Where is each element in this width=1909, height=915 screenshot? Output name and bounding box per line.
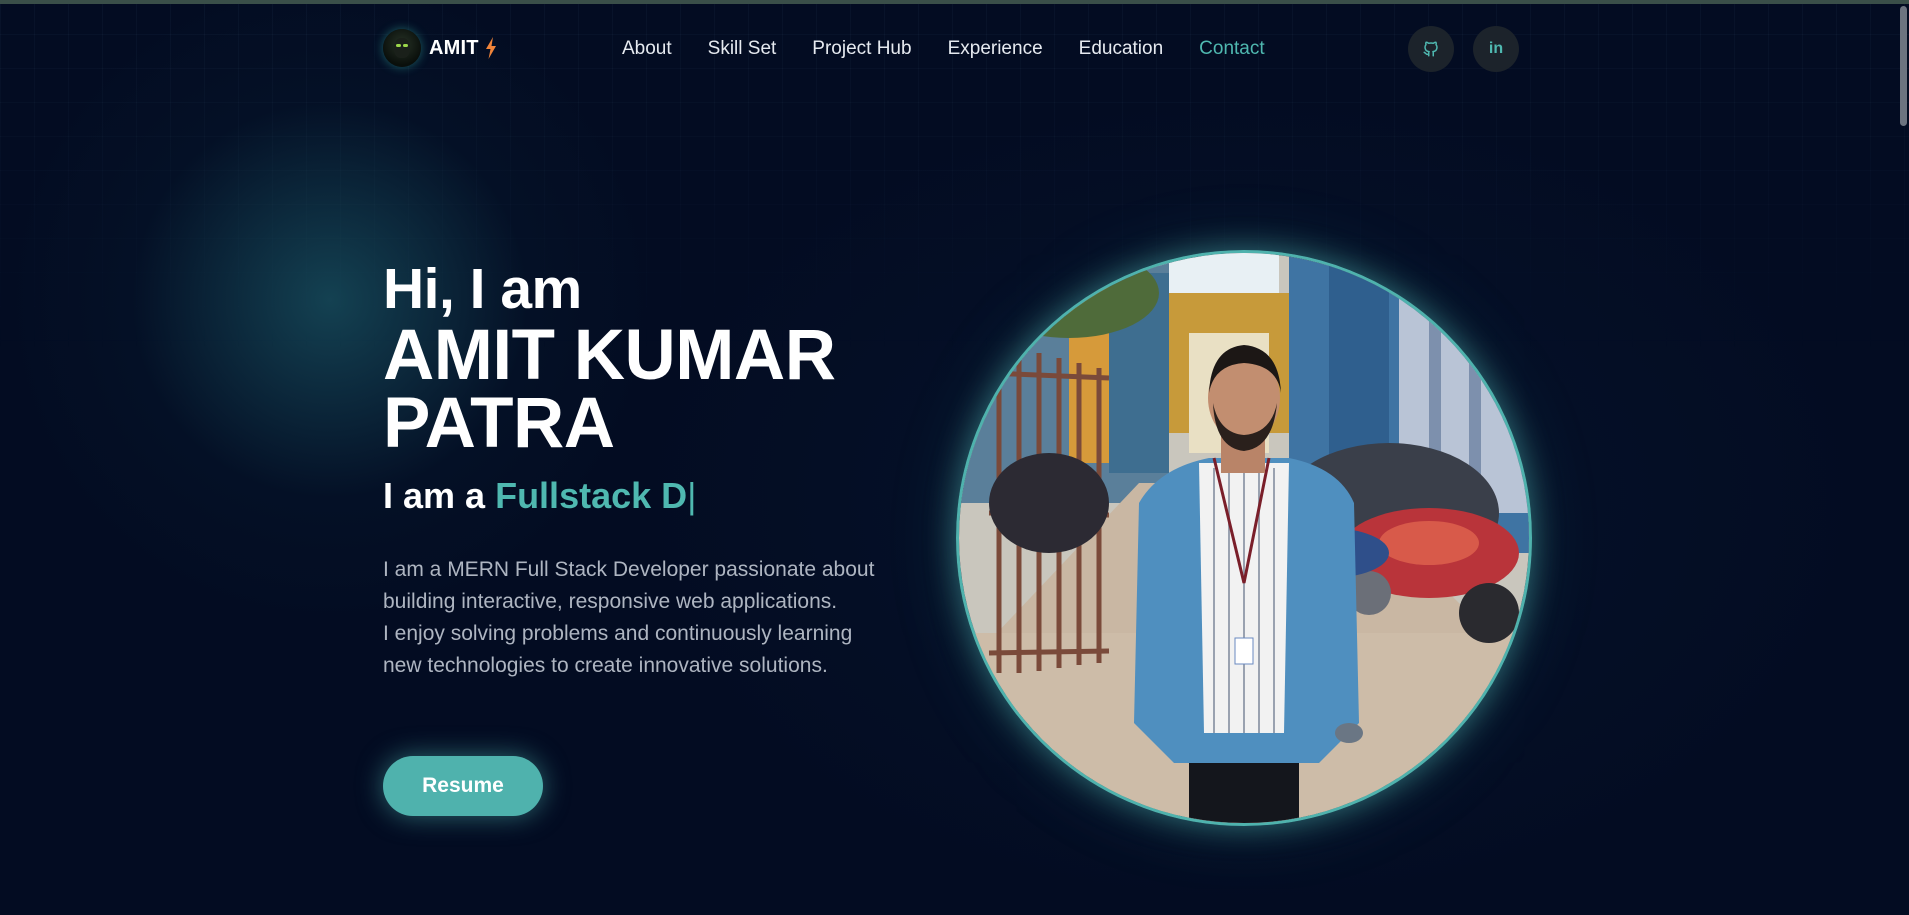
profile-photo xyxy=(956,250,1532,826)
nav-link-project-hub[interactable]: Project Hub xyxy=(812,37,911,61)
hero-section: Hi, I am AMIT KUMAR PATRA I am a Fullsta… xyxy=(383,258,943,682)
nav-link-skill-set[interactable]: Skill Set xyxy=(708,37,777,61)
hero-name: AMIT KUMAR PATRA xyxy=(383,316,943,463)
role-typewriter: I am a Fullstack D| xyxy=(383,476,943,516)
brand-logo[interactable]: AMIT xyxy=(383,29,497,67)
typing-caret: | xyxy=(687,475,697,516)
hero-name-line2: PATRA xyxy=(383,384,615,463)
bio-line: building interactive, responsive web app… xyxy=(383,590,838,613)
github-icon xyxy=(1423,41,1438,57)
nav-menu: About Skill Set Project Hub Experience E… xyxy=(622,37,1301,61)
hero-name-line1: AMIT KUMAR xyxy=(383,316,836,395)
linkedin-button[interactable]: in xyxy=(1473,26,1519,72)
profile-photo-illustration xyxy=(959,253,1529,823)
bio-line: new technologies to create innovative so… xyxy=(383,654,828,677)
navbar: AMIT About Skill Set Project Hub Experie… xyxy=(0,0,1909,100)
nav-link-contact[interactable]: Contact xyxy=(1199,37,1264,61)
avatar-icon xyxy=(383,29,421,67)
bio-line: I enjoy solving problems and continuousl… xyxy=(383,622,853,645)
nav-link-experience[interactable]: Experience xyxy=(948,37,1043,61)
nav-link-education[interactable]: Education xyxy=(1079,37,1164,61)
role-typed-text: Fullstack D xyxy=(495,475,688,516)
lightning-bolt-icon xyxy=(485,37,496,59)
resume-button[interactable]: Resume xyxy=(383,756,543,816)
linkedin-icon: in xyxy=(1488,40,1504,57)
brand-name: AMIT xyxy=(429,36,479,59)
github-button[interactable] xyxy=(1408,26,1454,72)
greeting: Hi, I am xyxy=(383,257,582,321)
role-prefix: I am a xyxy=(383,475,486,516)
nav-link-about[interactable]: About xyxy=(622,37,672,61)
bio-text: I am a MERN Full Stack Developer passion… xyxy=(383,554,943,682)
bio-line: I am a MERN Full Stack Developer passion… xyxy=(383,558,875,581)
page: AMIT About Skill Set Project Hub Experie… xyxy=(0,0,1909,915)
